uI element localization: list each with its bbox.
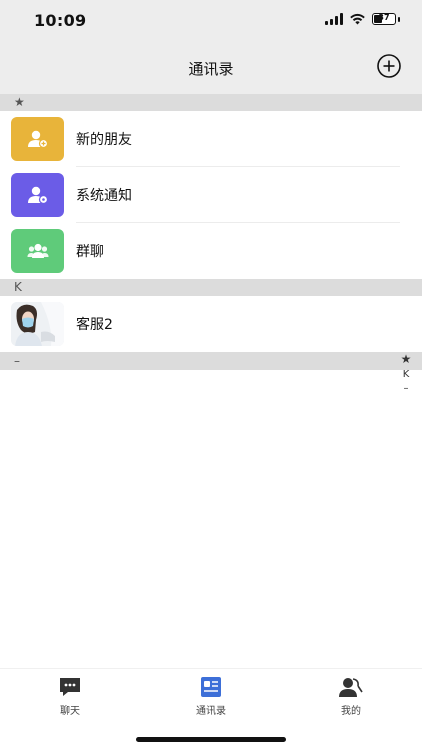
group-chat-label: 群聊 (76, 244, 104, 260)
notification-user-icon (27, 186, 48, 205)
tab-profile[interactable]: 我的 (311, 677, 391, 717)
page-title: 通讯录 (188, 60, 234, 78)
contact-photo-icon (11, 302, 64, 346)
system-notification-label: 系统通知 (76, 188, 132, 204)
signal-icon (325, 13, 343, 25)
section-header-dash: – (0, 352, 422, 370)
new-friends-avatar (11, 117, 64, 161)
tab-chat-label: 聊天 (60, 706, 80, 717)
battery-level: 37 (378, 13, 390, 22)
tab-contacts[interactable]: 通讯录 (171, 677, 251, 717)
section-header-star: ★ (0, 94, 422, 111)
new-friends-label: 新的朋友 (76, 132, 132, 148)
add-friend-icon (27, 130, 48, 149)
group-chat-avatar (11, 229, 64, 273)
status-bar: 10:09 37 (0, 0, 422, 42)
new-friends-item[interactable]: 新的朋友 (0, 111, 422, 167)
alphabet-index-bar[interactable]: ★ K – (400, 352, 412, 394)
battery-icon: 37 (372, 13, 396, 25)
contact-item-kefu2[interactable]: 客服2 (0, 296, 422, 352)
index-star[interactable]: ★ (401, 352, 412, 366)
status-time: 10:09 (34, 11, 87, 30)
nav-bar: 通讯录 (0, 42, 422, 94)
battery-cap (398, 16, 400, 22)
contacts-icon (201, 677, 221, 697)
contact-name: 客服2 (76, 317, 113, 333)
index-k[interactable]: K (403, 369, 410, 380)
section-header-k: K (0, 279, 422, 296)
status-icons: 37 (325, 13, 400, 25)
avatar (11, 302, 64, 346)
tab-contacts-label: 通讯录 (196, 706, 226, 717)
profile-icon (339, 678, 363, 697)
tab-chat[interactable]: 聊天 (30, 677, 110, 717)
wifi-icon (350, 13, 365, 25)
home-indicator (136, 737, 286, 742)
system-notification-item[interactable]: 系统通知 (0, 167, 422, 223)
group-icon (27, 243, 48, 258)
system-notification-avatar (11, 173, 64, 217)
group-chat-item[interactable]: 群聊 (0, 223, 422, 279)
index-dash[interactable]: – (404, 383, 409, 394)
chat-icon (60, 678, 80, 696)
add-contact-icon[interactable] (377, 54, 401, 78)
tab-profile-label: 我的 (341, 706, 361, 717)
